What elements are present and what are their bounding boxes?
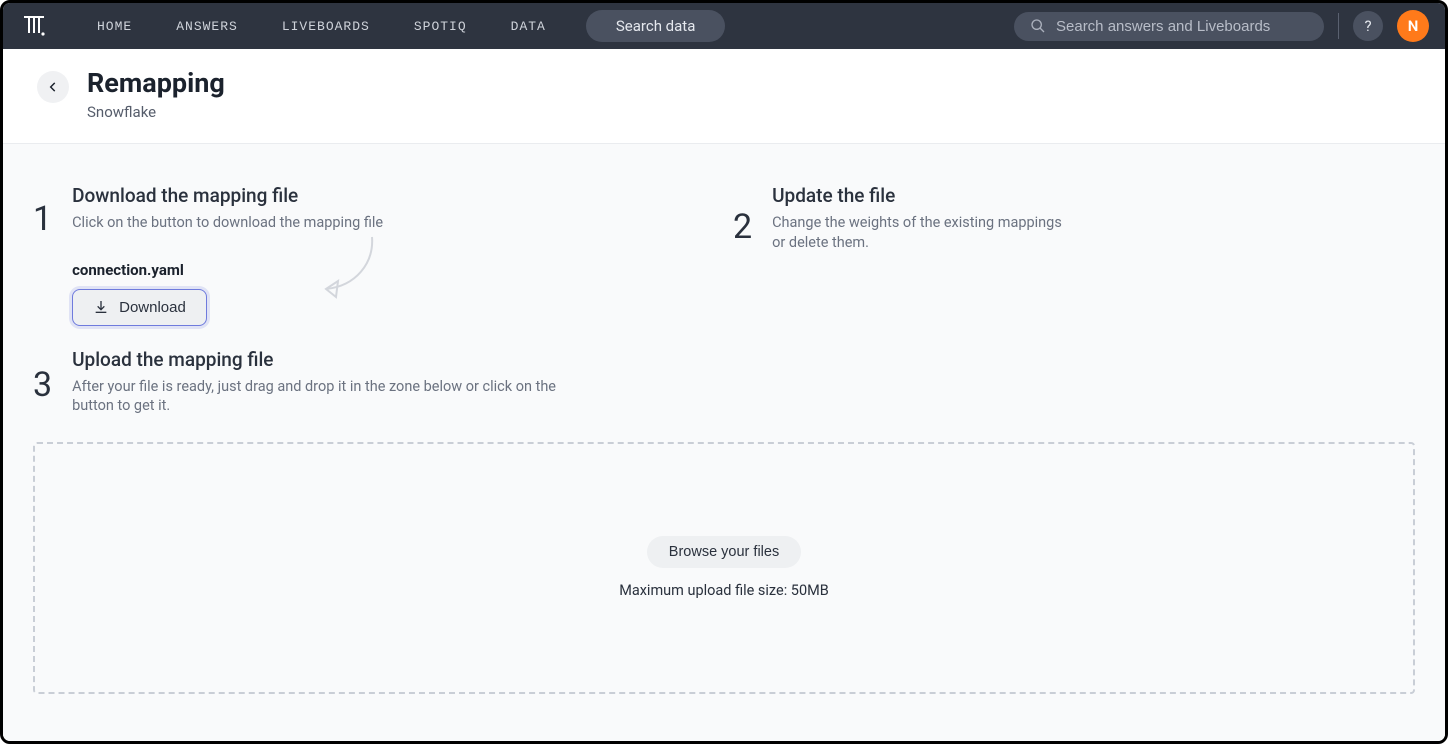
step-1-desc: Click on the button to download the mapp… [72,213,383,233]
steps-row: 1 Download the mapping file Click on the… [33,184,1415,326]
step-1: 1 Download the mapping file Click on the… [33,184,673,326]
step-2-desc: Change the weights of the existing mappi… [772,213,1072,252]
file-name: connection.yaml [72,261,383,279]
search-icon [1030,18,1046,34]
page-title: Remapping [87,67,225,99]
step-3: 3 Upload the mapping file After your fil… [33,348,1415,416]
step-3-desc: After your file is ready, just drag and … [72,377,592,416]
download-button[interactable]: Download [72,289,207,326]
global-search[interactable] [1014,12,1324,41]
step-3-title: Upload the mapping file [72,348,592,371]
step-1-number: 1 [33,202,52,236]
logo-icon [21,13,47,39]
step-2-content: Update the file Change the weights of th… [772,184,1072,252]
step-2-title: Update the file [772,184,1072,207]
app-frame: HOME ANSWERS LIVEBOARDS SPOTIQ DATA Sear… [0,0,1448,744]
nav-answers[interactable]: ANSWERS [176,19,238,34]
download-icon [93,299,109,315]
top-nav: HOME ANSWERS LIVEBOARDS SPOTIQ DATA Sear… [3,3,1445,49]
browse-files-button[interactable]: Browse your files [647,536,801,568]
logo[interactable] [19,11,49,41]
global-search-input[interactable] [1056,18,1308,35]
nav-right: ? N [1014,10,1429,42]
download-button-label: Download [119,299,186,316]
page-subtitle: Snowflake [87,103,225,121]
page-body: 1 Download the mapping file Click on the… [3,144,1445,741]
nav-home[interactable]: HOME [97,19,132,34]
back-button[interactable] [37,71,69,103]
nav-liveboards[interactable]: LIVEBOARDS [282,19,370,34]
nav-divider [1338,13,1339,39]
nav-spotiq[interactable]: SPOTIQ [414,19,467,34]
max-upload-size: Maximum upload file size: 50MB [619,582,829,599]
chevron-left-icon [46,80,60,94]
step-3-number: 3 [33,368,52,402]
page-title-block: Remapping Snowflake [87,67,225,121]
file-block: connection.yaml Download [72,261,383,326]
nav-items: HOME ANSWERS LIVEBOARDS SPOTIQ DATA [97,19,546,34]
help-button[interactable]: ? [1353,11,1383,41]
step-3-content: Upload the mapping file After your file … [72,348,592,416]
step-1-title: Download the mapping file [72,184,383,207]
step-1-content: Download the mapping file Click on the b… [72,184,383,326]
step-2-number: 2 [733,210,752,244]
user-avatar[interactable]: N [1397,10,1429,42]
page-header: Remapping Snowflake [3,49,1445,144]
upload-dropzone[interactable]: Browse your files Maximum upload file si… [33,442,1415,694]
nav-data[interactable]: DATA [511,19,546,34]
step-2: 2 Update the file Change the weights of … [733,184,1253,326]
search-data-button[interactable]: Search data [586,10,725,42]
